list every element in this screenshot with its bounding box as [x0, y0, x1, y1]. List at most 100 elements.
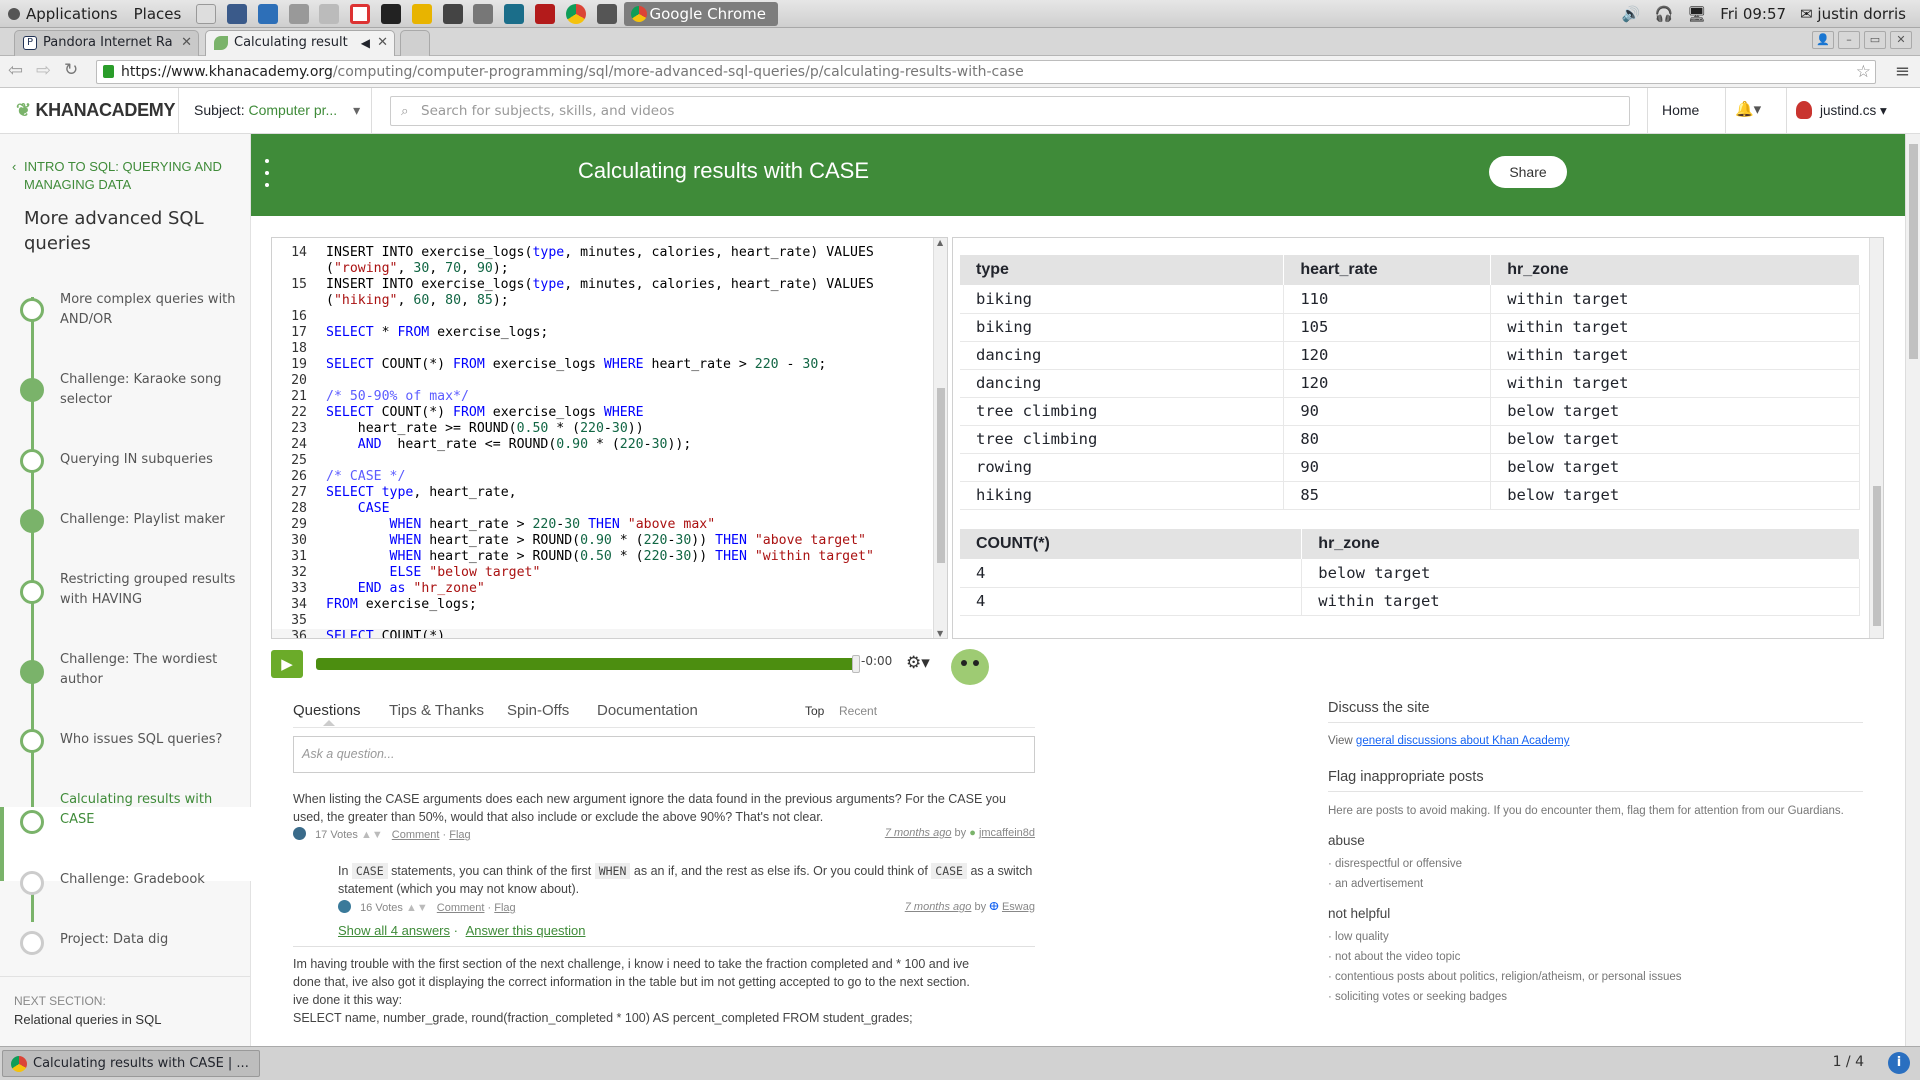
answer-question-link[interactable]: Answer this question — [466, 923, 586, 938]
info-icon[interactable]: i — [1888, 1052, 1910, 1074]
sidebar-item-having[interactable]: Restricting grouped results with HAVING — [60, 570, 240, 610]
share-button[interactable]: Share — [1489, 156, 1567, 188]
general-discussions-link[interactable]: general discussions about Khan Academy — [1356, 735, 1570, 747]
answer-time[interactable]: 7 months ago — [905, 901, 972, 913]
question-author[interactable]: jmcaffein8d — [979, 827, 1035, 839]
flag-link[interactable]: Flag — [449, 829, 470, 841]
arduino-icon[interactable] — [504, 3, 525, 24]
url-input[interactable]: https://www.khanacademy.org/computing/co… — [96, 60, 1876, 84]
code-line[interactable]: 21 /* 50-90% of max*/ — [272, 389, 469, 405]
sidebar-item-who-issues[interactable]: Who issues SQL queries? — [60, 730, 240, 750]
sidebar-item-playlist[interactable]: Challenge: Playlist maker — [60, 510, 240, 530]
filezilla-icon[interactable] — [534, 3, 555, 24]
downvote-icon[interactable]: ▼ — [417, 902, 428, 914]
writer-icon[interactable] — [257, 3, 278, 24]
code-editor[interactable]: 14 INSERT INTO exercise_logs(type, minute… — [271, 237, 948, 639]
editor-scrollbar[interactable]: ▲ ▼ — [933, 238, 947, 638]
code-line[interactable]: 33 END as "hr_zone" — [272, 581, 485, 597]
sidebar-item-case[interactable]: Calculating results with CASE — [60, 790, 240, 830]
subject-dropdown[interactable]: Subject: Computer pr... ▾ — [194, 102, 360, 119]
code-line[interactable]: 32 ELSE "below target" — [272, 565, 540, 581]
code-line[interactable]: 27 SELECT type, heart_rate, — [272, 485, 516, 501]
play-button[interactable]: ▶ — [271, 650, 303, 678]
code-line[interactable]: 19 SELECT COUNT(*) FROM exercise_logs WHE… — [272, 357, 826, 373]
code-line[interactable]: ("hiking", 60, 80, 85); — [272, 293, 509, 309]
profile-icon[interactable]: 👤 — [1812, 31, 1834, 49]
code-line[interactable]: 24 AND heart_rate <= ROUND(0.90 * (220-3… — [272, 437, 691, 453]
code-line[interactable]: 22 SELECT COUNT(*) FROM exercise_logs WHE… — [272, 405, 644, 421]
close-tab-icon[interactable]: ✕ — [181, 31, 192, 55]
sidebar-item-gradebook[interactable]: Challenge: Gradebook — [60, 870, 240, 890]
code-line[interactable]: 17 SELECT * FROM exercise_logs; — [272, 325, 548, 341]
flag-link[interactable]: Flag — [494, 902, 515, 914]
browser-tab-pandora[interactable]: P Pandora Internet Ra ✕ — [14, 30, 199, 56]
tab-tips-thanks[interactable]: Tips & Thanks — [389, 702, 484, 719]
code-line[interactable]: 18 — [272, 341, 307, 357]
sort-top[interactable]: Top — [805, 704, 824, 718]
code-line[interactable]: 28 CASE — [272, 501, 389, 517]
menu-places[interactable]: Places — [126, 5, 190, 23]
forward-icon[interactable]: ⇨ — [36, 60, 51, 81]
progress-track[interactable] — [316, 655, 860, 673]
menu-applications[interactable]: Applications — [0, 5, 126, 23]
editor-scroll-thumb[interactable] — [937, 388, 945, 563]
answer-author[interactable]: Eswag — [1002, 901, 1035, 913]
sidebar-section-link[interactable]: ‹ INTRO TO SQL: QUERYING AND MANAGING DAT… — [12, 158, 237, 194]
minimize-icon[interactable]: – — [1838, 31, 1860, 49]
home-link[interactable]: Home — [1662, 102, 1699, 118]
home-icon[interactable] — [196, 3, 217, 24]
kebab-menu-icon[interactable] — [265, 159, 269, 187]
clock[interactable]: Fri 09:57 — [1720, 5, 1786, 23]
tool-icon[interactable] — [442, 3, 463, 24]
browser-tab-calculating[interactable]: Calculating result ◀︎ ✕ — [205, 30, 395, 56]
page-scroll-thumb[interactable] — [1909, 144, 1918, 359]
sidebar-item-and-or[interactable]: More complex queries with AND/OR — [60, 290, 240, 330]
workspace-indicator[interactable]: 1 / 4 — [1833, 1054, 1864, 1070]
star-icon[interactable]: ☆ — [1856, 61, 1871, 83]
show-answers-link[interactable]: Show all 4 answers — [338, 923, 450, 938]
notifications-bell-icon[interactable]: 🔔▾ — [1735, 100, 1761, 118]
network-icon[interactable]: 🖥 — [1687, 5, 1706, 23]
chrome-menu-icon[interactable]: ≡ — [1895, 61, 1910, 82]
reload-icon[interactable]: ↻ — [64, 60, 78, 80]
chrome-icon[interactable] — [565, 3, 586, 24]
code-line[interactable]: 14 INSERT INTO exercise_logs(type, minute… — [272, 245, 874, 261]
tab-documentation[interactable]: Documentation — [597, 702, 698, 719]
sort-recent[interactable]: Recent — [839, 704, 877, 718]
volume-icon[interactable]: 🔊 — [1622, 5, 1641, 23]
upvote-icon[interactable]: ▲ — [406, 902, 417, 914]
search-input[interactable]: ⌕ Search for subjects, skills, and video… — [390, 96, 1630, 126]
code-line[interactable]: 31 WHEN heart_rate > ROUND(0.50 * (220-3… — [272, 549, 874, 565]
code-line[interactable]: 25 — [272, 453, 307, 469]
downvote-icon[interactable]: ▼ — [372, 829, 383, 841]
close-window-icon[interactable]: ✕ — [1890, 31, 1912, 49]
code-line[interactable]: 15 INSERT INTO exercise_logs(type, minute… — [272, 277, 874, 293]
terminal-icon[interactable] — [381, 3, 402, 24]
code-line[interactable]: 20 — [272, 373, 307, 389]
ka-logo[interactable]: ❦ KHANACADEMY — [16, 100, 175, 121]
tab-spin-offs[interactable]: Spin-Offs — [507, 702, 569, 719]
ask-question-input[interactable]: Ask a question... — [293, 736, 1035, 773]
sidebar-item-wordiest[interactable]: Challenge: The wordiest author — [60, 650, 240, 690]
code-line[interactable]: 16 — [272, 309, 307, 325]
code-line[interactable]: 29 WHEN heart_rate > 220-30 THEN "above … — [272, 517, 715, 533]
comment-link[interactable]: Comment — [437, 902, 485, 914]
comment-link[interactable]: Comment — [392, 829, 440, 841]
code-line[interactable]: 26 /* CASE */ — [272, 469, 405, 485]
help-icon[interactable] — [350, 3, 371, 24]
new-tab-button[interactable] — [400, 30, 430, 56]
maximize-icon[interactable]: ▭ — [1864, 31, 1886, 49]
progress-handle[interactable] — [852, 655, 860, 673]
sidebar-item-karaoke[interactable]: Challenge: Karaoke song selector — [60, 370, 240, 410]
editor-icon[interactable] — [473, 3, 494, 24]
results-scroll-thumb[interactable] — [1873, 486, 1881, 626]
code-line[interactable]: 36 SELECT COUNT(*), — [272, 629, 453, 638]
next-section-link[interactable]: Relational queries in SQL — [14, 1012, 161, 1027]
headset-icon[interactable]: 🎧 — [1654, 5, 1673, 23]
taskbar-window-button[interactable]: Calculating results with CASE | ... — [2, 1050, 260, 1077]
monitor-icon[interactable] — [227, 3, 248, 24]
archive-icon[interactable] — [319, 3, 340, 24]
user-menu[interactable]: ✉ justin dorris — [1800, 5, 1906, 23]
code-line[interactable]: 30 WHEN heart_rate > ROUND(0.90 * (220-3… — [272, 533, 866, 549]
game-icon[interactable] — [411, 3, 432, 24]
